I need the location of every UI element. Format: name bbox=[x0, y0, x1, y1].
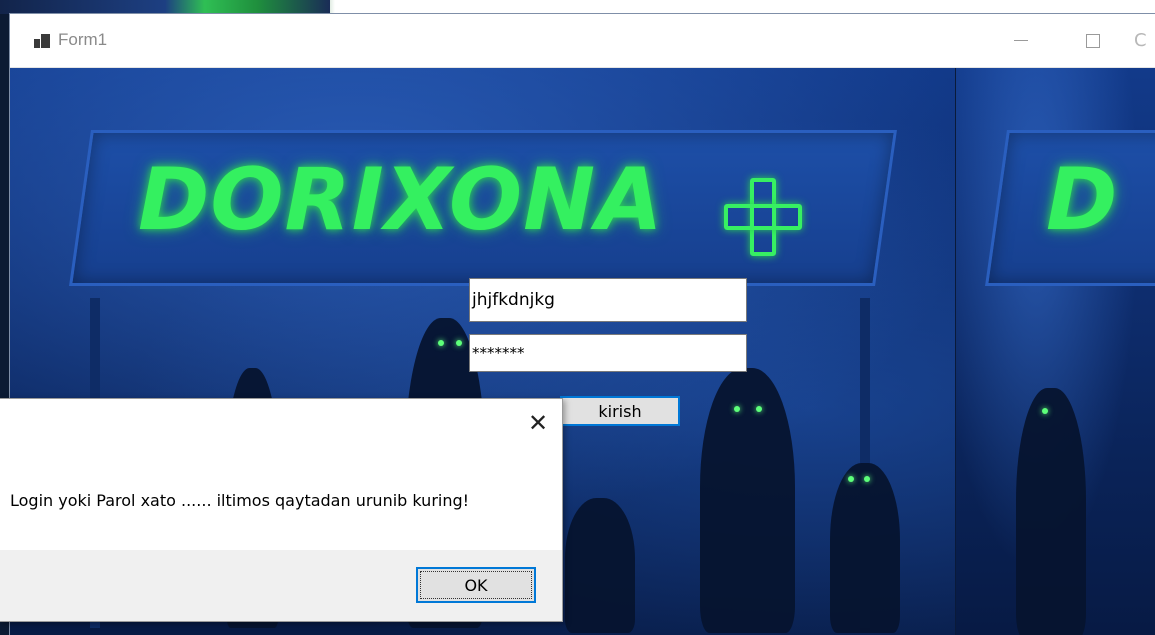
message-box: ✕ Login yoki Parol xato ...... iltimos q… bbox=[0, 398, 563, 622]
plus-cross-icon bbox=[724, 178, 802, 256]
password-input[interactable]: ******* bbox=[469, 334, 747, 372]
glowing-eye bbox=[864, 476, 870, 482]
minimize-button[interactable] bbox=[998, 14, 1044, 67]
glowing-eye bbox=[456, 340, 462, 346]
close-icon[interactable]: ✕ bbox=[524, 409, 552, 437]
message-box-footer: OK bbox=[0, 550, 562, 621]
glowing-eye bbox=[848, 476, 854, 482]
zombie-figure bbox=[830, 463, 900, 633]
glowing-eye bbox=[734, 406, 740, 412]
maximize-icon bbox=[1086, 33, 1100, 48]
close-icon: C bbox=[1134, 30, 1147, 51]
glowing-eye bbox=[438, 340, 444, 346]
close-button[interactable]: C bbox=[1134, 14, 1155, 67]
app-form-icon bbox=[34, 34, 50, 48]
ok-button[interactable]: OK bbox=[416, 567, 536, 603]
title-bar[interactable]: Form1 C bbox=[10, 14, 1155, 68]
error-message: Login yoki Parol xato ...... iltimos qay… bbox=[10, 491, 470, 510]
zombie-figure bbox=[565, 498, 635, 633]
minimize-icon bbox=[1014, 40, 1028, 41]
window-title: Form1 bbox=[58, 30, 108, 49]
glowing-eye bbox=[756, 406, 762, 412]
zombie-figure bbox=[1016, 388, 1086, 635]
sign-text-partial: D bbox=[1046, 150, 1119, 250]
login-button[interactable]: kirish bbox=[560, 396, 680, 426]
background-window-edge bbox=[0, 0, 330, 14]
login-input[interactable]: jhjfkdnjkg bbox=[469, 278, 747, 322]
maximize-button[interactable] bbox=[1070, 14, 1116, 67]
zombie-figure bbox=[700, 368, 795, 633]
desktop-background-strip bbox=[0, 0, 1155, 14]
glowing-eye bbox=[1042, 408, 1048, 414]
sign-text: DORIXONA bbox=[138, 150, 664, 250]
background-image-tile: D bbox=[955, 68, 1155, 635]
